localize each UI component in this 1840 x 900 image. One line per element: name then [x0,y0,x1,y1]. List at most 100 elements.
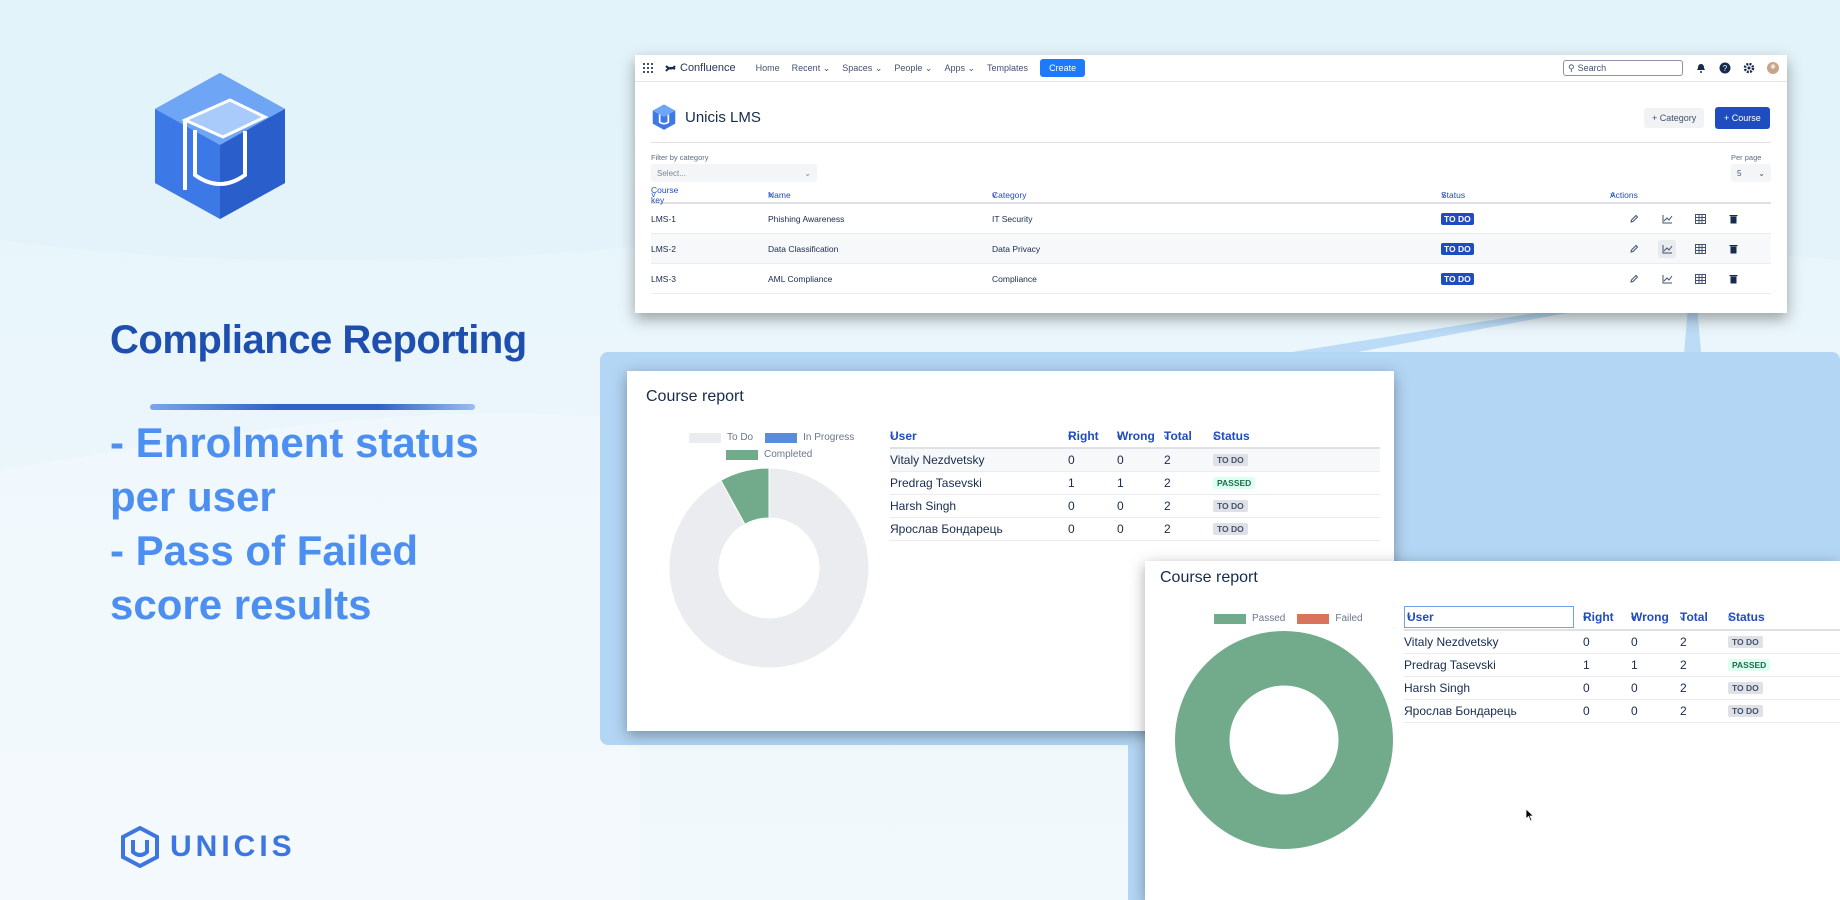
table-row: Ярослав Бондарець 0 0 2 TO DO [890,518,1380,541]
user-avatar[interactable] [1767,62,1779,74]
course-table: Course key ˅ Name ˅ Category ˅ Status ˅ Acti… [651,185,1771,294]
app-switcher-icon[interactable] [643,63,653,73]
settings-gear-icon[interactable] [1743,62,1755,74]
nav-label: Apps [944,62,965,73]
wrong-count: 0 [1117,499,1124,513]
nav-recent[interactable]: Recent ⌄ [792,63,831,74]
help-icon[interactable]: ? [1719,62,1731,74]
confluence-logo[interactable]: Confluence [665,62,736,74]
user-name: Ярослав Бондарець [1404,704,1517,718]
legend-label: To Do [727,432,754,443]
nav-label: Recent [791,62,821,73]
report-chart-icon[interactable] [1658,239,1676,258]
status-donut-chart [668,467,870,669]
column-label: Right [1068,429,1099,443]
column-header-course-key[interactable]: Course key ˅ [651,185,678,205]
chevron-down-icon: ⌄ [1758,168,1765,178]
column-label: Name [768,190,791,200]
notifications-icon[interactable] [1695,62,1707,74]
total-count: 2 [1680,681,1687,695]
table-grid-icon[interactable] [1691,240,1709,258]
course-key: LMS-2 [651,243,677,254]
column-header-category[interactable]: Category ˅ [992,190,1027,200]
status-lozenge: TO DO [1728,705,1763,717]
column-label: Total [1164,429,1192,443]
right-count: 1 [1068,476,1075,490]
wrong-count: 0 [1117,522,1124,536]
column-header-right[interactable]: Right ˅ [1583,610,1614,624]
edit-pencil-icon[interactable] [1625,210,1643,228]
column-label: Course key [651,185,679,205]
total-count: 2 [1164,453,1171,467]
course-name[interactable]: Data Classification [768,244,838,254]
report-table: User ˅ Right ˅ Wrong ˅ Total ˅ Status ˅ Vital… [1404,605,1840,723]
chevron-down-icon: ⌄ [967,62,976,73]
chart-legend: Passed Failed [1214,613,1363,624]
column-header-name[interactable]: Name ˅ [768,190,791,200]
table-row: Harsh Singh 0 0 2 TO DO [1404,677,1840,700]
search-input[interactable]: ⚲ Search [1563,60,1683,76]
user-name: Vitaly Nezdvetsky [1404,635,1499,649]
column-header-status[interactable]: Status ˅ [1213,429,1250,443]
course-report-panel-results: Course report Passed Failed User ˅ Right ˅… [1145,561,1840,900]
add-course-button[interactable]: + Course [1715,107,1770,129]
table-grid-icon[interactable] [1691,270,1709,288]
right-count: 0 [1583,635,1590,649]
user-name: Harsh Singh [1404,681,1471,695]
wrong-count: 0 [1631,681,1638,695]
column-header-total[interactable]: Total ˅ [1164,429,1192,443]
right-count: 0 [1068,499,1075,513]
course-key: LMS-1 [651,213,677,224]
create-button[interactable]: Create [1040,59,1086,77]
table-grid-icon[interactable] [1691,210,1709,228]
results-donut-chart [1175,631,1393,849]
table-row: Ярослав Бондарець 0 0 2 TO DO [1404,700,1840,723]
per-page-select[interactable]: 5 ⌄ [1731,164,1771,182]
column-label: Status [1441,190,1466,200]
delete-trash-icon[interactable] [1724,270,1742,288]
per-page-label: Per page [1731,153,1762,162]
nav-apps[interactable]: Apps ⌄ [944,63,975,74]
top-navigation: Confluence Home Recent ⌄ Spaces ⌄ People… [635,55,1787,82]
delete-trash-icon[interactable] [1724,210,1742,228]
add-category-button[interactable]: + Category [1644,108,1705,128]
column-header-user[interactable]: User ˅ [1404,606,1574,628]
nav-people[interactable]: People ⌄ [894,63,932,74]
edit-pencil-icon[interactable] [1625,240,1643,258]
wrong-count: 1 [1631,658,1638,672]
report-chart-icon[interactable] [1658,270,1676,288]
report-title: Course report [646,388,744,405]
course-name[interactable]: AML Compliance [768,274,832,284]
column-header-wrong[interactable]: Wrong ˅ [1631,610,1669,624]
table-row: Predrag Tasevski 1 1 2 PASSED [890,472,1380,495]
nav-spaces[interactable]: Spaces ⌄ [842,63,882,74]
course-name[interactable]: Phishing Awareness [768,214,844,224]
column-header-right[interactable]: Right ˅ [1068,429,1099,443]
column-header-actions[interactable]: Actions ˅ [1610,190,1638,200]
report-chart-icon[interactable] [1658,210,1676,228]
category-filter-select[interactable]: Select... ⌄ [651,164,817,182]
legend-swatch-in-progress [765,432,798,443]
legend-label: Passed [1252,613,1286,624]
column-header-total[interactable]: Total ˅ [1680,610,1708,624]
column-label: Wrong [1117,429,1155,443]
filter-label: Filter by category [651,153,709,162]
edit-pencil-icon[interactable] [1625,270,1643,288]
delete-trash-icon[interactable] [1724,240,1742,258]
status-lozenge: PASSED [1213,477,1256,489]
column-header-wrong[interactable]: Wrong ˅ [1117,429,1155,443]
column-header-user[interactable]: User ˅ [890,429,917,443]
per-page-value: 5 [1737,168,1742,178]
nav-templates[interactable]: Templates [987,63,1028,73]
course-category: Compliance [992,273,1037,284]
total-count: 2 [1164,522,1171,536]
legend-swatch-passed [1214,613,1246,624]
nav-home[interactable]: Home [756,63,780,73]
column-label: Actions [1610,190,1638,200]
course-category: Data Privacy [992,243,1041,254]
course-category: IT Security [992,213,1033,224]
column-header-status[interactable]: Status ˅ [1728,610,1765,624]
chevron-down-icon: ⌄ [874,62,883,73]
nav-label: Spaces [842,62,873,73]
column-header-status[interactable]: Status ˅ [1441,190,1465,200]
